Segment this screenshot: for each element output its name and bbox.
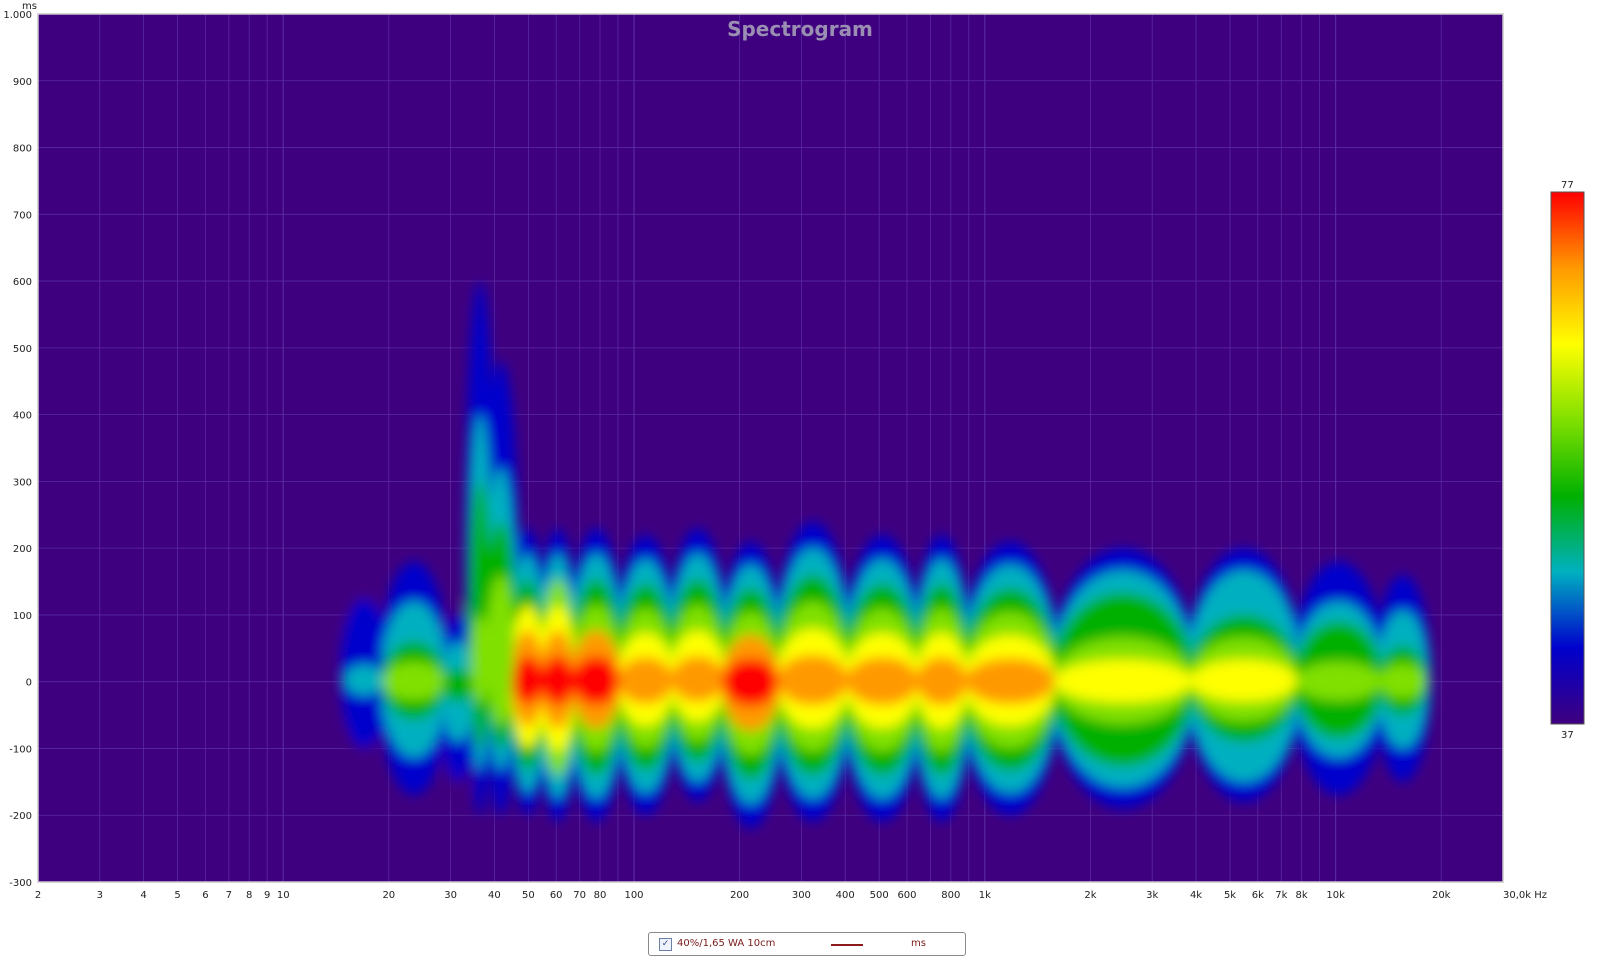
energy-cell [512, 656, 544, 704]
x-tick-label: 500 [870, 890, 889, 901]
x-tick-label: 10k [1326, 890, 1345, 901]
x-tick-label: 2k [1084, 890, 1096, 901]
x-tick-label: 8 [246, 890, 252, 901]
x-tick-label: 70 [573, 890, 586, 901]
x-tick-label: 7k [1275, 890, 1287, 901]
colorbar-min-label: 37 [1561, 730, 1574, 741]
x-tick-label: 30,0k Hz [1503, 890, 1547, 901]
energy-cell [487, 628, 515, 704]
x-tick-label: 300 [792, 890, 811, 901]
x-tick-label: 4k [1190, 890, 1202, 901]
x-tick-label: 5 [174, 890, 180, 901]
chart-title: Spectrogram [727, 17, 873, 41]
x-tick-label: 5k [1224, 890, 1236, 901]
y-tick-label: 700 [13, 210, 32, 221]
energy-cell [777, 654, 849, 706]
x-tick-label: 100 [624, 890, 643, 901]
x-tick-label: 6 [202, 890, 208, 901]
x-tick-label: 800 [941, 890, 960, 901]
x-tick-label: 2 [35, 890, 41, 901]
legend-checkbox[interactable]: ✓ [659, 938, 672, 951]
legend-line-swatch [831, 944, 863, 946]
x-tick-label: 20 [382, 890, 395, 901]
x-tick-label: 40 [488, 890, 501, 901]
colorbar-max-label: 77 [1561, 180, 1574, 191]
x-tick-label: 9 [264, 890, 270, 901]
energy-cell [382, 661, 445, 701]
x-tick-label: 400 [836, 890, 855, 901]
x-tick-label: 50 [522, 890, 535, 901]
legend: ✓ 40%/1,65 WA 10cm ms [648, 932, 966, 956]
x-tick-label: 600 [897, 890, 916, 901]
x-tick-label: 60 [550, 890, 563, 901]
spectrogram-chart: Spectrogram ms 2 3 4 5 6 7 8 9 10 20 30 40 50 60 70 80 1… [3, 1, 1585, 901]
energy-cell [964, 658, 1056, 704]
y-tick-label: 400 [13, 411, 32, 422]
energy-cell [846, 657, 919, 706]
legend-unit: ms [911, 938, 926, 949]
energy-cell [671, 656, 725, 702]
x-tick-label: 8k [1296, 890, 1308, 901]
energy-cell [1295, 661, 1382, 701]
energy-cell [618, 657, 674, 704]
x-tick-label: 10 [277, 890, 290, 901]
colorbar [1550, 191, 1585, 725]
energy-cell [1053, 659, 1193, 703]
y-tick-label: 500 [13, 344, 32, 355]
legend-series-name: 40%/1,65 WA 10cm [677, 938, 776, 949]
y-axis-ticks: 1.000 900 800 700 600 500 400 300 200 100 0 -100 -20… [3, 10, 32, 889]
y-tick-label: 200 [13, 544, 32, 555]
y-tick-label: -200 [9, 811, 32, 822]
energy-cell [470, 614, 490, 704]
energy-cell [722, 658, 780, 707]
y-tick-label: 600 [13, 277, 32, 288]
y-tick-label: -100 [9, 744, 32, 755]
x-axis-ticks: 2 3 4 5 6 7 8 9 10 20 30 40 50 60 70 80 100 200 300 400 500 6… [35, 890, 1547, 901]
x-tick-label: 200 [730, 890, 749, 901]
x-tick-label: 4 [140, 890, 146, 901]
energy-cell [541, 656, 575, 706]
y-tick-label: 0 [26, 678, 32, 689]
energy-cell [1379, 663, 1427, 699]
x-tick-label: 30 [444, 890, 457, 901]
energy-cell [1190, 659, 1298, 702]
x-tick-label: 3k [1146, 890, 1158, 901]
x-tick-label: 80 [594, 890, 607, 901]
x-tick-label: 6k [1252, 890, 1264, 901]
y-tick-label: 100 [13, 611, 32, 622]
y-tick-label: 1.000 [3, 10, 32, 21]
energy-cell [572, 656, 621, 706]
x-tick-label: 7 [226, 890, 232, 901]
y-tick-label: -300 [9, 878, 32, 889]
y-tick-label: 300 [13, 477, 32, 488]
energy-cell [343, 665, 385, 696]
y-tick-label: 800 [13, 144, 32, 155]
energy-cell [442, 668, 473, 702]
y-tick-label: 900 [13, 77, 32, 88]
x-tick-label: 1k [979, 890, 991, 901]
x-tick-label: 20k [1432, 890, 1451, 901]
x-tick-label: 3 [97, 890, 103, 901]
energy-cell [916, 657, 967, 706]
